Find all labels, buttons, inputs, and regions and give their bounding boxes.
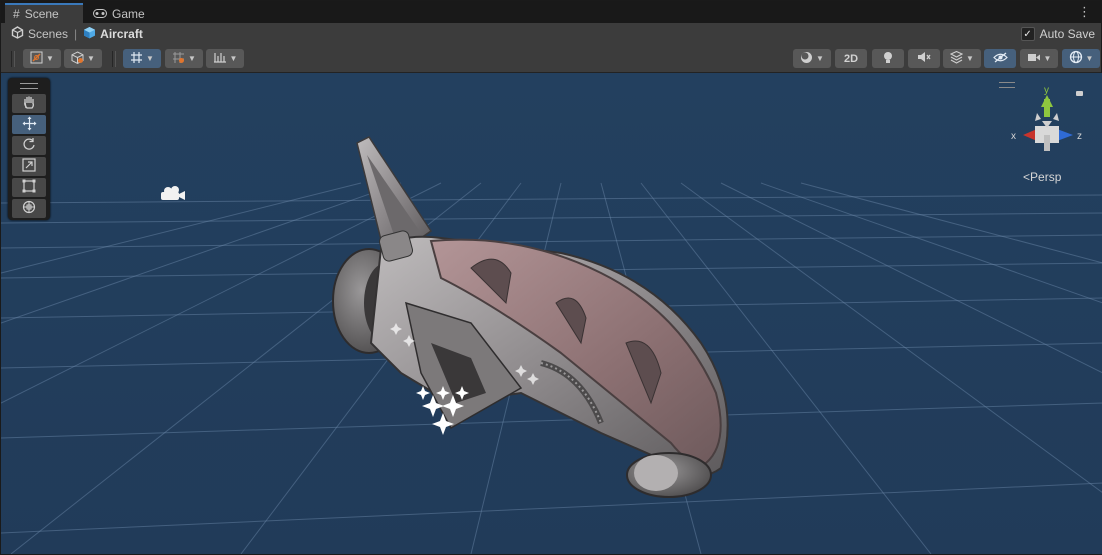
ruler-icon — [213, 51, 227, 66]
scale-tool-button[interactable] — [12, 157, 46, 176]
scale-icon — [22, 158, 36, 175]
scene-toolbar: ▼ ▼ ▼ ▼ ▼ ▼ 2D ▼ ▼ ▼ — [1, 45, 1101, 73]
scene-view-window: # Scene Game ⋮ Scenes | Aircraft ✓ Auto — [0, 0, 1102, 555]
chevron-down-icon: ▼ — [1085, 54, 1094, 63]
breadcrumb-label-aircraft: Aircraft — [100, 27, 143, 41]
shading-dropdown[interactable]: ▼ — [64, 49, 102, 68]
draw-mode-icon — [30, 51, 43, 67]
perspective-chevron-icon: < — [1023, 170, 1031, 184]
snap-magnet-icon — [172, 51, 185, 67]
hand-icon — [22, 95, 36, 112]
move-tool-button[interactable] — [12, 115, 46, 134]
breadcrumb-label-scenes: Scenes — [28, 27, 69, 41]
breadcrumb-item-scenes[interactable]: Scenes — [11, 26, 68, 42]
transform-globe-icon — [22, 200, 36, 217]
gizmos-dropdown[interactable]: ▼ — [1062, 49, 1100, 68]
increment-snap-dropdown[interactable]: ▼ — [165, 49, 203, 68]
projection-toggle[interactable]: <Persp — [1023, 170, 1061, 184]
chevron-down-icon: ▼ — [816, 54, 824, 63]
hand-tool-button[interactable] — [12, 94, 46, 113]
grid-visibility-dropdown[interactable]: ▼ — [206, 49, 244, 68]
checkmark-icon[interactable]: ✓ — [1020, 27, 1035, 41]
chevron-down-icon: ▼ — [1043, 54, 1052, 63]
sphere-icon — [800, 51, 813, 67]
grid-snap-icon — [130, 51, 143, 67]
chevron-down-icon: ▼ — [46, 54, 54, 63]
cube-prefab-icon — [83, 26, 96, 42]
auto-save-label: Auto Save — [1039, 27, 1095, 41]
breadcrumb-separator: | — [74, 27, 78, 41]
rect-icon — [22, 179, 36, 196]
gizmo-z-label: z — [1077, 131, 1082, 142]
toolbar-grip — [11, 51, 15, 67]
gamepad-icon — [93, 7, 107, 21]
more-options-icon[interactable]: ⋮ — [1078, 5, 1091, 18]
chevron-down-icon: ▼ — [188, 54, 196, 63]
unity-logo-icon — [11, 26, 24, 42]
scene-viewport[interactable]: y x z <Persp — [1, 73, 1102, 554]
effects-dropdown[interactable]: ▼ — [943, 49, 981, 68]
tab-scene-label: Scene — [24, 7, 59, 21]
breadcrumb: Scenes | Aircraft — [1, 23, 1101, 45]
rotate-icon — [22, 137, 36, 154]
tab-bar: # Scene Game ⋮ — [1, 1, 1101, 23]
lightbulb-icon — [882, 51, 894, 67]
toolbar-grip — [112, 51, 116, 67]
gizmo-x-label: x — [1011, 131, 1016, 142]
transform-tool-button[interactable] — [12, 199, 46, 218]
chevron-down-icon: ▼ — [966, 54, 974, 63]
view-2d-toggle[interactable]: 2D — [835, 49, 867, 68]
grid-hash-icon: # — [13, 7, 20, 21]
audio-toggle[interactable] — [908, 49, 940, 68]
speaker-mute-icon — [917, 51, 931, 66]
rotate-tool-button[interactable] — [12, 136, 46, 155]
video-camera-icon — [1027, 52, 1041, 66]
camera-settings-dropdown[interactable]: ▼ — [1020, 49, 1058, 68]
cube-shading-icon — [71, 50, 84, 67]
persp-label: Persp — [1030, 170, 1062, 184]
rect-tool-button[interactable] — [12, 178, 46, 197]
globe-gizmo-icon — [1069, 50, 1083, 67]
tab-game[interactable]: Game — [85, 4, 155, 23]
chevron-down-icon: ▼ — [146, 54, 154, 63]
tab-scene[interactable]: # Scene — [5, 3, 83, 23]
view-2d-label: 2D — [843, 52, 859, 65]
gizmo-y-label: y — [1044, 85, 1049, 96]
tab-game-label: Game — [112, 6, 145, 21]
lighting-toggle[interactable] — [872, 49, 904, 68]
overlay-drag-handle-icon[interactable] — [20, 83, 38, 89]
tools-overlay — [8, 78, 50, 220]
chevron-down-icon: ▼ — [229, 54, 238, 63]
scene-canvas[interactable]: y x z — [1, 73, 1102, 554]
move-arrows-icon — [22, 116, 37, 134]
overlay-drag-handle-icon[interactable] — [999, 82, 1015, 88]
auto-save-toggle[interactable]: ✓ Auto Save — [1020, 27, 1095, 41]
eye-hidden-icon — [992, 51, 1008, 66]
render-mode-dropdown[interactable]: ▼ — [793, 49, 831, 68]
lock-icon[interactable] — [1076, 91, 1083, 96]
layers-effects-icon — [949, 50, 964, 67]
scene-visibility-toggle[interactable] — [984, 49, 1016, 68]
breadcrumb-item-aircraft[interactable]: Aircraft — [83, 26, 143, 42]
draw-mode-dropdown[interactable]: ▼ — [23, 49, 61, 68]
pivot-snap-dropdown[interactable]: ▼ — [123, 49, 161, 68]
chevron-down-icon: ▼ — [87, 54, 95, 63]
